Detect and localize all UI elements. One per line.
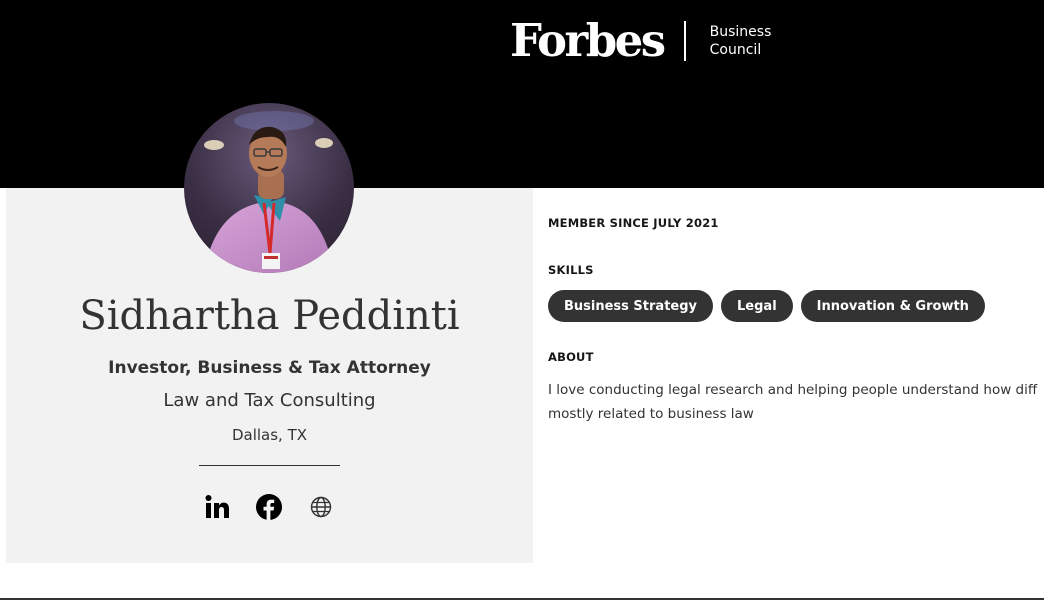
- card-divider: [199, 465, 340, 466]
- facebook-icon[interactable]: [254, 492, 284, 522]
- profile-location: Dallas, TX: [231, 426, 308, 444]
- skill-chip-innovation-growth[interactable]: Innovation & Growth: [800, 290, 985, 322]
- forbes-council-logo[interactable]: Forbes Business Council: [510, 18, 771, 64]
- about-heading: ABOUT: [548, 350, 594, 364]
- linkedin-icon[interactable]: [202, 492, 232, 522]
- member-since: MEMBER SINCE JULY 2021: [548, 216, 719, 230]
- profile-title: Investor, Business & Tax Attorney: [108, 358, 431, 378]
- skills-list: Business Strategy Legal Innovation & Gro…: [548, 290, 985, 322]
- logo-divider: [683, 21, 686, 61]
- about-line-1: I love conducting legal research and hel…: [548, 382, 1038, 398]
- page-divider: [0, 598, 1044, 600]
- council-line-1: Business: [709, 24, 772, 40]
- council-line-2: Council: [709, 42, 762, 58]
- profile-name: Sidhartha Peddinti: [79, 293, 460, 339]
- globe-icon[interactable]: [306, 492, 336, 522]
- skills-heading: SKILLS: [548, 263, 594, 277]
- about-text: I love conducting legal research and hel…: [548, 378, 1044, 426]
- site-header: Forbes Business Council: [0, 0, 1044, 188]
- council-name: Business Council: [710, 23, 772, 59]
- skill-chip-legal[interactable]: Legal: [721, 290, 793, 322]
- about-line-2: mostly related to business law: [548, 406, 754, 422]
- profile-company: Law and Tax Consulting: [163, 390, 376, 411]
- skill-chip-business-strategy[interactable]: Business Strategy: [548, 290, 714, 322]
- forbes-wordmark: Forbes: [510, 14, 666, 67]
- avatar: [184, 103, 354, 273]
